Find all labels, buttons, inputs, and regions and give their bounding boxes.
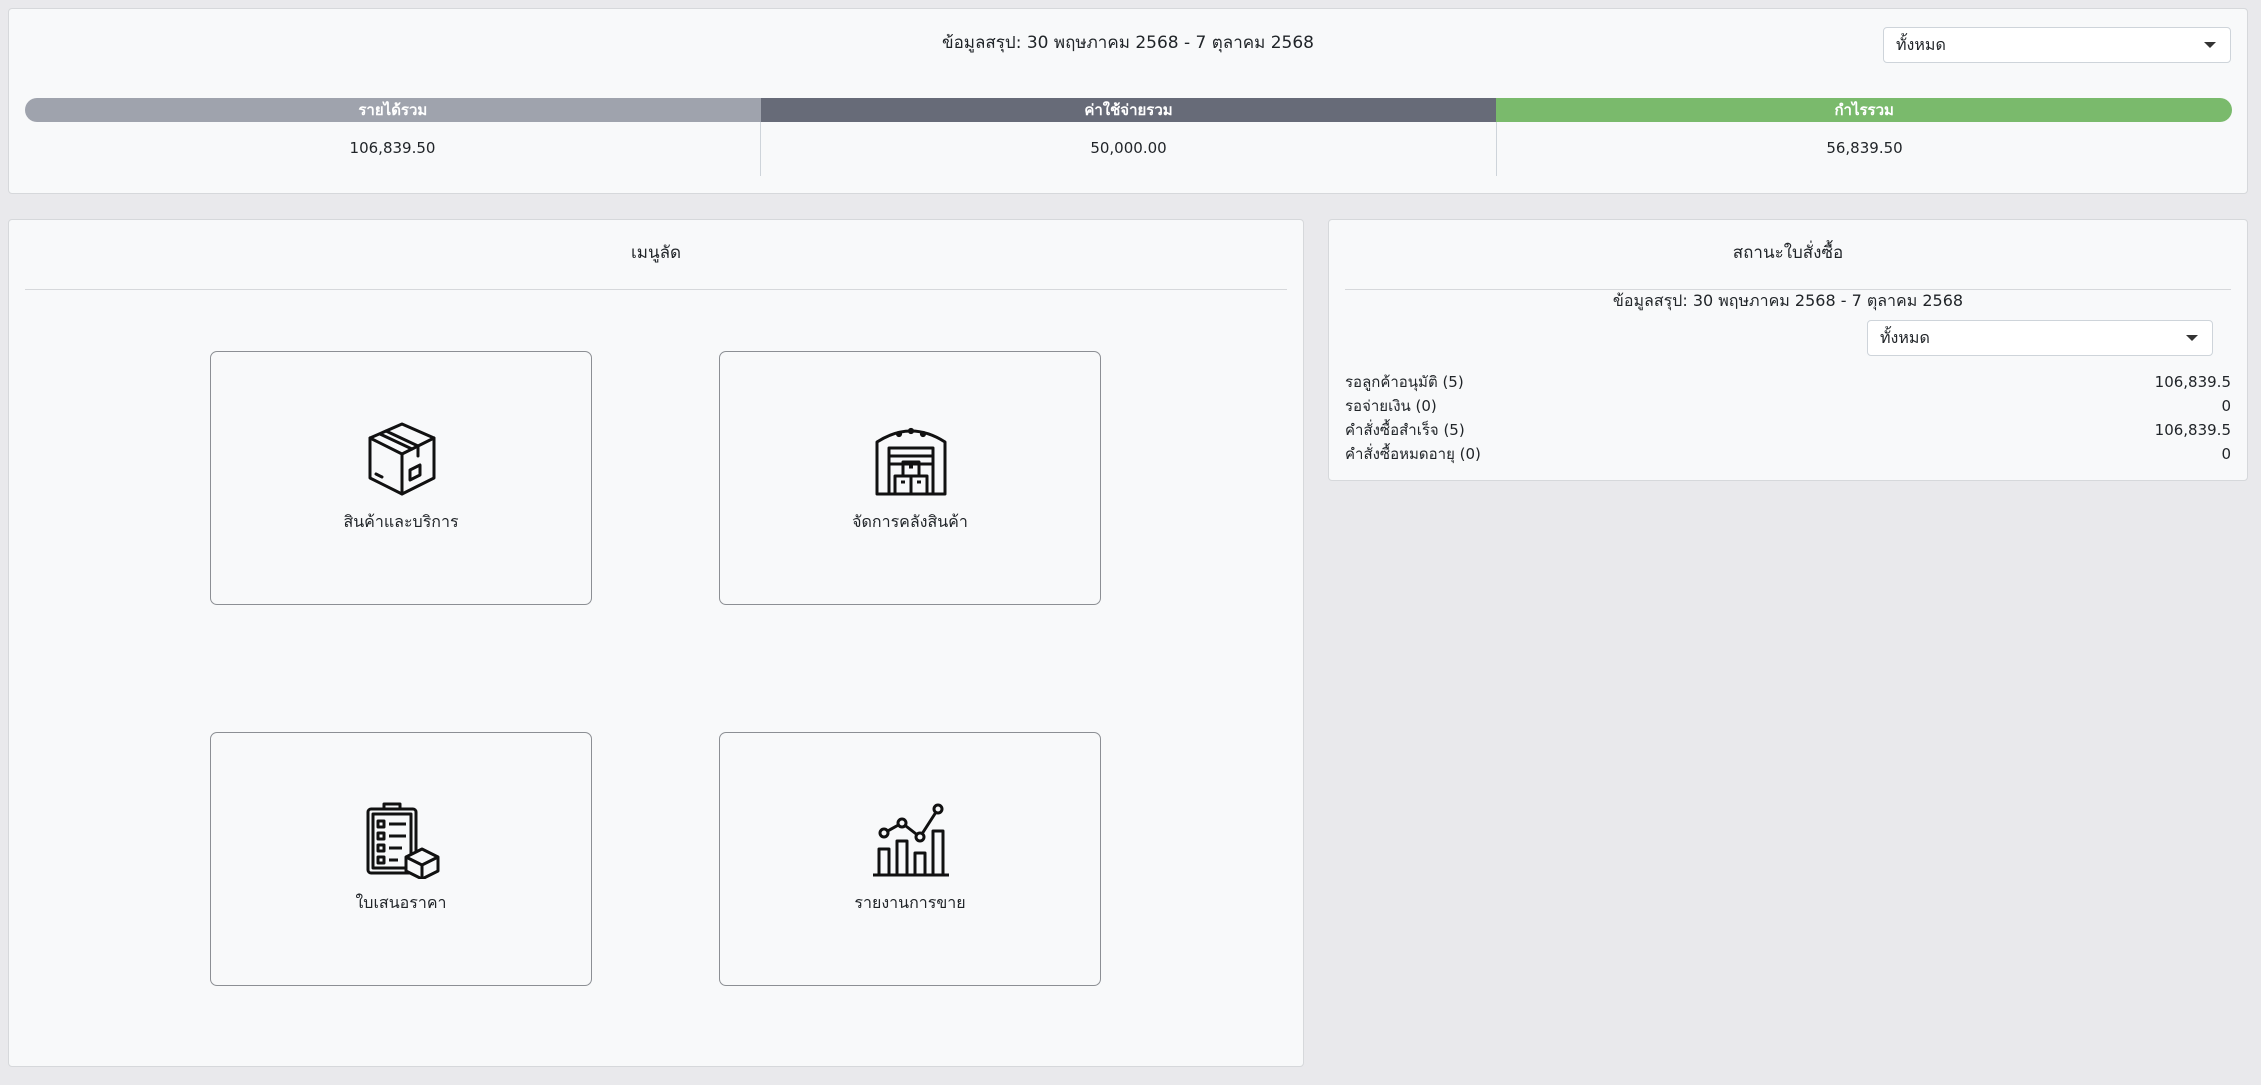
status-value: 106,839.5 — [2154, 373, 2231, 391]
status-row-awaiting-approval: รอลูกค้าอนุมัติ (5) 106,839.5 — [1345, 370, 2231, 394]
order-status-filter-value: ทั้งหมด — [1880, 328, 1930, 347]
sales-report-label: รายงานการขาย — [854, 893, 966, 912]
order-status-filter-select[interactable]: ทั้งหมด — [1867, 320, 2213, 356]
chevron-down-icon — [2204, 42, 2216, 48]
status-value: 0 — [2221, 445, 2231, 463]
status-value: 0 — [2221, 397, 2231, 415]
quotation-label: ใบเสนอราคา — [355, 893, 447, 912]
status-label: คำสั่งซื้อหมดอายุ (0) — [1345, 445, 1481, 463]
order-status-title: สถานะใบสั่งซื้อ — [1345, 238, 2231, 290]
revenue-header: รายได้รวม — [25, 98, 761, 122]
warehouse-icon — [875, 427, 947, 496]
chart-icon — [873, 803, 949, 877]
chevron-down-icon — [2186, 335, 2198, 341]
warehouse-tile[interactable]: จัดการคลังสินค้า — [719, 351, 1101, 605]
sales-report-tile[interactable]: รายงานการขาย — [719, 732, 1101, 986]
profit-header: กำไรรวม — [1496, 98, 2232, 122]
warehouse-label: จัดการคลังสินค้า — [852, 512, 968, 531]
order-status-card: สถานะใบสั่งซื้อ ข้อมูลสรุป: 30 พฤษภาคม 2… — [1328, 219, 2248, 481]
summary-filter-select[interactable]: ทั้งหมด — [1883, 27, 2231, 63]
shortcut-menu-title: เมนูลัด — [25, 238, 1287, 290]
status-row-expired: คำสั่งซื้อหมดอายุ (0) 0 — [1345, 442, 2231, 466]
status-label: รอลูกค้าอนุมัติ (5) — [1345, 373, 1464, 391]
status-value: 106,839.5 — [2154, 421, 2231, 439]
summary-filter-value: ทั้งหมด — [1896, 35, 1946, 54]
shortcut-menu-card: เมนูลัด สินค้าและบริการ จัดการคลังสินค้า… — [8, 219, 1304, 1067]
revenue-value: 106,839.50 — [349, 139, 436, 157]
clipboard-box-icon — [366, 802, 440, 879]
status-label: คำสั่งซื้อสำเร็จ (5) — [1345, 421, 1465, 439]
status-row-completed: คำสั่งซื้อสำเร็จ (5) 106,839.5 — [1345, 418, 2231, 442]
products-services-tile[interactable]: สินค้าและบริการ — [210, 351, 592, 605]
summary-card: ข้อมูลสรุป: 30 พฤษภาคม 2568 - 7 ตุลาคม 2… — [8, 8, 2248, 194]
summary-value-row: 106,839.50 50,000.00 56,839.50 — [25, 122, 2232, 176]
expense-header: ค่าใช้จ่ายรวม — [760, 98, 1497, 122]
status-label: รอจ่ายเงิน (0) — [1345, 397, 1437, 415]
quotation-tile[interactable]: ใบเสนอราคา — [210, 732, 592, 986]
expense-value: 50,000.00 — [760, 122, 1496, 176]
profit-value: 56,839.50 — [1496, 122, 2232, 176]
summary-table: รายได้รวม ค่าใช้จ่ายรวม กำไรรวม 106,839.… — [25, 98, 2232, 176]
box-icon — [368, 422, 436, 496]
order-status-list: รอลูกค้าอนุมัติ (5) 106,839.5 รอจ่ายเงิน… — [1345, 370, 2231, 466]
order-status-period-text: ข้อมูลสรุป: 30 พฤษภาคม 2568 - 7 ตุลาคม 2… — [1612, 291, 1964, 310]
summary-header-row: รายได้รวม ค่าใช้จ่ายรวม กำไรรวม — [25, 98, 2232, 122]
products-services-label: สินค้าและบริการ — [343, 512, 459, 531]
status-row-awaiting-payment: รอจ่ายเงิน (0) 0 — [1345, 394, 2231, 418]
